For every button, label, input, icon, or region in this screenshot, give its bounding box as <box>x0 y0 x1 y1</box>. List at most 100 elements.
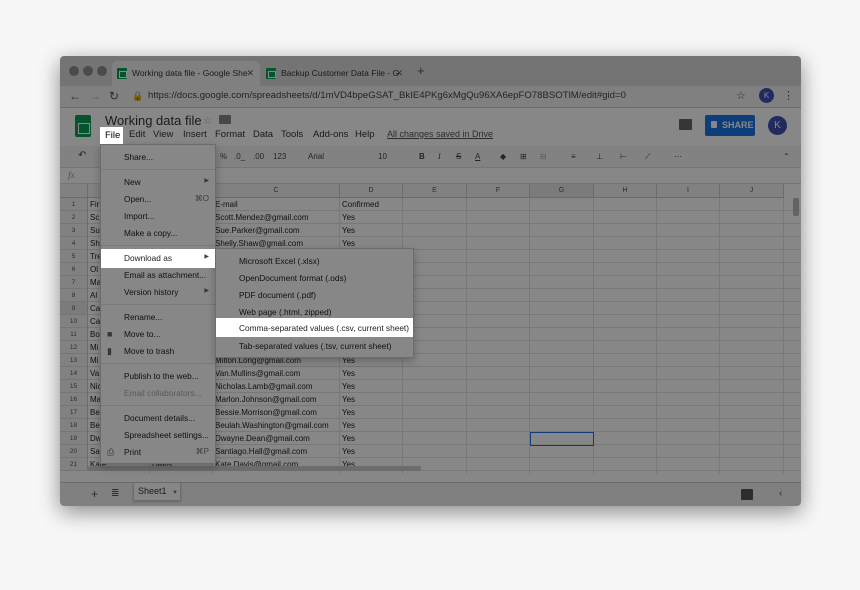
collapse-toolbar-icon[interactable]: ⌃ <box>783 152 790 161</box>
row-header[interactable]: 2 <box>60 211 88 224</box>
cell-confirmed[interactable]: Yes <box>340 393 403 406</box>
star-icon[interactable]: ☆ <box>203 114 213 127</box>
cell-email[interactable]: Santiago.Hall@gmail.com <box>213 445 340 458</box>
column-header-f[interactable]: F <box>467 184 530 198</box>
add-sheet-button[interactable]: + <box>91 487 98 501</box>
menu-view[interactable]: View <box>153 129 173 140</box>
menu-edit[interactable]: Edit <box>129 129 145 140</box>
cell-confirmed[interactable]: Confirmed <box>340 198 403 211</box>
url-field[interactable]: https://docs.google.com/spreadsheets/d/1… <box>148 90 626 101</box>
cell-confirmed[interactable]: Yes <box>340 419 403 432</box>
menu-item-import[interactable]: Import... <box>101 208 215 225</box>
font-select[interactable]: Arial <box>308 152 324 161</box>
row-header[interactable]: 17 <box>60 406 88 419</box>
cell-email[interactable]: Nicholas.Lamb@gmail.com <box>213 380 340 393</box>
chevron-down-icon[interactable]: ▼ <box>172 490 178 496</box>
menu-item-open[interactable]: Open... ⌘O <box>101 191 215 208</box>
share-button[interactable]: SHARE <box>705 115 755 136</box>
strikethrough-icon[interactable]: S <box>456 152 461 161</box>
menu-item-email-attachment[interactable]: Email as attachment... <box>101 267 215 284</box>
cell-confirmed[interactable]: Yes <box>340 445 403 458</box>
cell-confirmed[interactable]: Yes <box>340 367 403 380</box>
text-wrap-icon[interactable]: ⊢ <box>620 152 627 161</box>
column-header-e[interactable]: E <box>403 184 467 198</box>
column-header-c[interactable]: C <box>213 184 340 198</box>
cell-confirmed[interactable]: Yes <box>340 211 403 224</box>
folder-icon[interactable] <box>219 115 231 124</box>
row-header[interactable]: 9 <box>60 302 88 315</box>
vertical-scrollbar[interactable] <box>793 198 799 216</box>
menu-format[interactable]: Format <box>215 129 245 140</box>
account-avatar[interactable]: K <box>768 116 787 135</box>
row-header[interactable]: 10 <box>60 315 88 328</box>
sheet-tab-sheet1[interactable]: Sheet1 ▼ <box>133 483 181 501</box>
cell-email[interactable]: E-mail <box>213 198 340 211</box>
new-tab-button[interactable]: + <box>417 63 425 78</box>
merge-cells-icon[interactable]: ⊟ <box>540 152 547 161</box>
tab-working-data-file[interactable]: Working data file - Google She ✕ <box>112 61 260 86</box>
menu-item-spreadsheet-settings[interactable]: Spreadsheet settings... <box>101 427 215 444</box>
download-csv[interactable]: Comma-separated values (.csv, current sh… <box>216 318 413 337</box>
fill-color-icon[interactable]: ◆ <box>500 152 506 161</box>
cell-confirmed[interactable]: Yes <box>340 224 403 237</box>
decrease-decimal-button[interactable]: .0_ <box>234 152 245 161</box>
browser-menu-icon[interactable]: ⋮ <box>783 89 794 102</box>
reload-icon[interactable]: ↻ <box>109 89 119 103</box>
select-all-corner[interactable] <box>60 184 88 198</box>
back-arrow-icon[interactable]: ← <box>69 89 81 103</box>
minimize-window-button[interactable] <box>83 66 93 76</box>
more-formats-select[interactable]: 123 <box>273 152 286 161</box>
row-header[interactable]: 11 <box>60 328 88 341</box>
zoom-window-button[interactable] <box>97 66 107 76</box>
row-header[interactable]: 15 <box>60 380 88 393</box>
menu-item-publish-web[interactable]: Publish to the web... <box>101 368 215 385</box>
close-tab-icon[interactable]: ✕ <box>395 68 403 79</box>
forward-arrow-icon[interactable]: → <box>89 89 101 103</box>
download-xlsx[interactable]: Microsoft Excel (.xlsx) <box>216 253 413 270</box>
row-header[interactable]: 19 <box>60 432 88 445</box>
row-header[interactable]: 7 <box>60 276 88 289</box>
row-header[interactable]: 1 <box>60 198 88 211</box>
side-panel-chevron-icon[interactable]: ‹ <box>779 488 782 499</box>
cell-email[interactable]: Van.Mullins@gmail.com <box>213 367 340 380</box>
row-header[interactable]: 18 <box>60 419 88 432</box>
tab-backup-customer-data[interactable]: Backup Customer Data File - G ✕ <box>261 61 409 86</box>
menu-item-download-as[interactable]: Download as ▶ <box>101 249 215 268</box>
menu-item-share[interactable]: Share... <box>101 149 215 166</box>
cell-email[interactable]: Marlon.Johnson@gmail.com <box>213 393 340 406</box>
more-tools-icon[interactable]: ⋯ <box>674 152 682 161</box>
menu-item-rename[interactable]: Rename... <box>101 309 215 326</box>
row-header[interactable]: 13 <box>60 354 88 367</box>
cell-email[interactable]: Bessie.Morrison@gmail.com <box>213 406 340 419</box>
increase-decimal-button[interactable]: .00 <box>253 152 264 161</box>
column-header-h[interactable]: H <box>594 184 657 198</box>
row-header[interactable]: 5 <box>60 250 88 263</box>
menu-tools[interactable]: Tools <box>281 129 303 140</box>
row-header[interactable]: 6 <box>60 263 88 276</box>
all-sheets-icon[interactable]: ≣ <box>111 488 119 499</box>
menu-item-print[interactable]: ⎙ Print ⌘P <box>101 444 215 461</box>
cell-confirmed[interactable]: Yes <box>340 432 403 445</box>
menu-insert[interactable]: Insert <box>183 129 207 140</box>
cell-email[interactable]: Dwayne.Dean@gmail.com <box>213 432 340 445</box>
percent-format-button[interactable]: % <box>220 152 227 161</box>
column-header-i[interactable]: I <box>657 184 720 198</box>
sheets-logo-icon[interactable] <box>75 115 91 137</box>
menu-item-version-history[interactable]: Version history ▶ <box>101 284 215 301</box>
row-header[interactable]: 12 <box>60 341 88 354</box>
row-header[interactable]: 21 <box>60 458 88 471</box>
close-tab-icon[interactable]: ✕ <box>246 68 254 79</box>
menu-help[interactable]: Help <box>355 129 375 140</box>
download-ods[interactable]: OpenDocument format (.ods) <box>216 270 413 287</box>
menu-item-move-to[interactable]: ■ Move to... <box>101 326 215 343</box>
column-header-d[interactable]: D <box>340 184 403 198</box>
font-size-select[interactable]: 10 <box>378 152 387 161</box>
align-horizontal-icon[interactable]: ≡ <box>571 152 576 161</box>
menu-file-highlight[interactable]: File <box>100 127 123 144</box>
row-header[interactable]: 16 <box>60 393 88 406</box>
column-header-g[interactable]: G <box>530 184 594 198</box>
column-header-j[interactable]: J <box>720 184 784 198</box>
cell-email[interactable]: Scott.Mendez@gmail.com <box>213 211 340 224</box>
cell-email[interactable]: Sue.Parker@gmail.com <box>213 224 340 237</box>
profile-avatar[interactable]: K <box>759 88 774 103</box>
